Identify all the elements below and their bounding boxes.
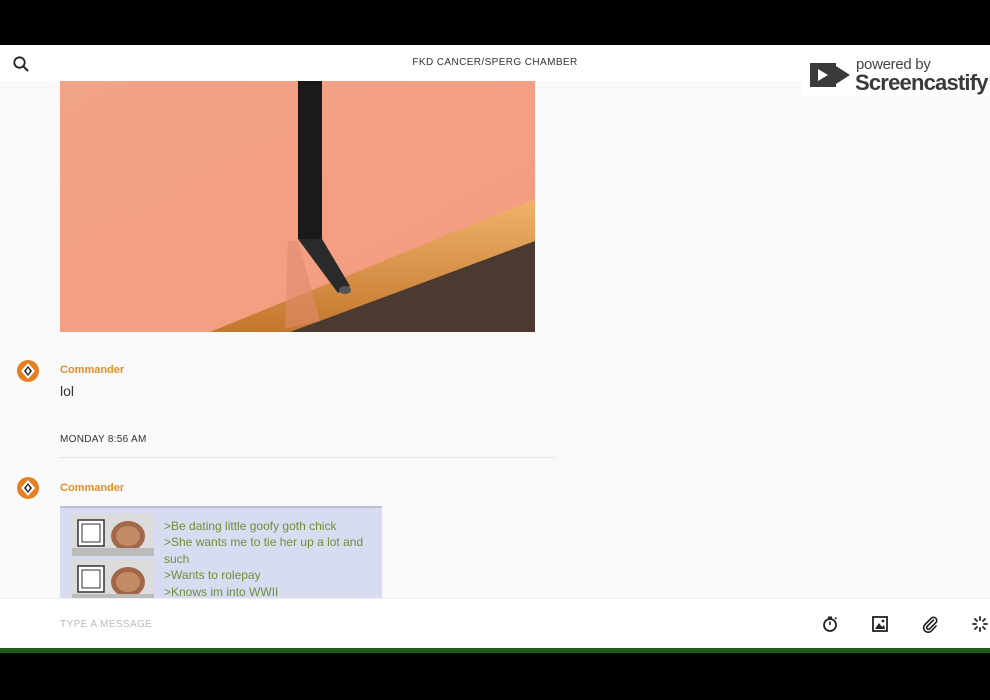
greentext-line: >Wants to rolepay: [164, 568, 261, 583]
spinner-icon[interactable]: [971, 615, 989, 633]
divider: [60, 457, 555, 458]
greentext-line: >Be dating little goofy goth chick: [164, 519, 337, 533]
greentext-image[interactable]: >Be dating little goofy goth chick >She …: [60, 506, 382, 598]
screencastify-watermark: powered by Screencastify: [802, 50, 990, 96]
accent-bar: [0, 648, 990, 653]
image-icon[interactable]: [871, 615, 889, 633]
day-separator: MONDAY 8:56 AM: [60, 434, 147, 445]
message-feed[interactable]: Commander lol MONDAY 8:56 AM Commander >…: [0, 81, 990, 598]
message-input[interactable]: [60, 615, 660, 633]
message-composer: [0, 598, 990, 648]
screen: FKD CANCER/SPERG CHAMBER Commander lol M…: [0, 0, 990, 700]
posted-photo[interactable]: [60, 81, 535, 332]
message-author[interactable]: Commander: [60, 364, 124, 376]
wojak-at-computer-image: [72, 514, 154, 556]
greentext-line: >Knows im into WWII: [164, 584, 279, 598]
message-text: lol: [60, 383, 75, 399]
paperclip-icon[interactable]: [921, 615, 939, 634]
screencastify-logo-icon: [808, 58, 852, 92]
watermark-brand: Screencastify: [855, 70, 988, 95]
avatar[interactable]: [17, 360, 39, 382]
wojak-at-computer-image: [72, 560, 154, 598]
greentext-lines: >Be dating little goofy goth chick >She …: [164, 518, 374, 598]
greentext-line: >She wants me to tie her up a lot and su…: [164, 535, 364, 566]
stopwatch-icon[interactable]: [821, 615, 839, 633]
chat-app: FKD CANCER/SPERG CHAMBER Commander lol M…: [0, 45, 990, 653]
message-author[interactable]: Commander: [60, 482, 124, 494]
avatar[interactable]: [17, 477, 39, 499]
